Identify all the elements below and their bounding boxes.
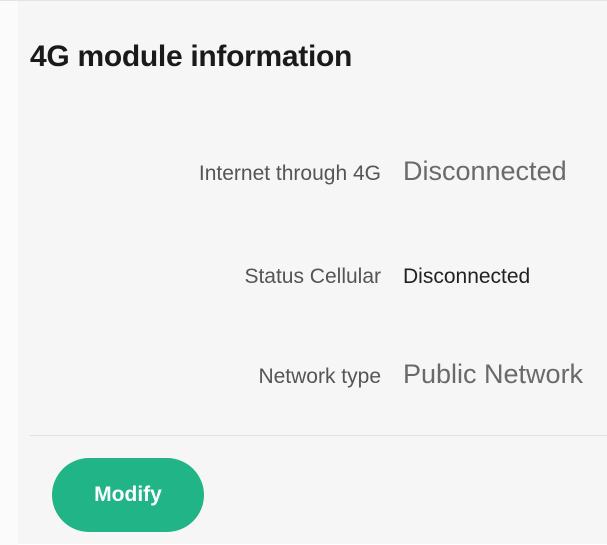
internet-through-4g-value: Disconnected <box>403 156 567 186</box>
status-cellular-value: Disconnected <box>403 265 531 288</box>
network-type-value: Public Network <box>403 359 584 389</box>
status-cellular-label: Status Cellular <box>244 265 381 288</box>
4g-module-panel: 4G module information Internet through 4… <box>0 0 607 545</box>
divider <box>30 435 607 436</box>
panel-left-edge <box>0 1 18 545</box>
section-title: 4G module information <box>30 40 353 73</box>
modify-button[interactable]: Modify <box>52 458 204 532</box>
internet-through-4g-label: Internet through 4G <box>198 162 381 185</box>
network-type-label: Network type <box>258 365 381 388</box>
